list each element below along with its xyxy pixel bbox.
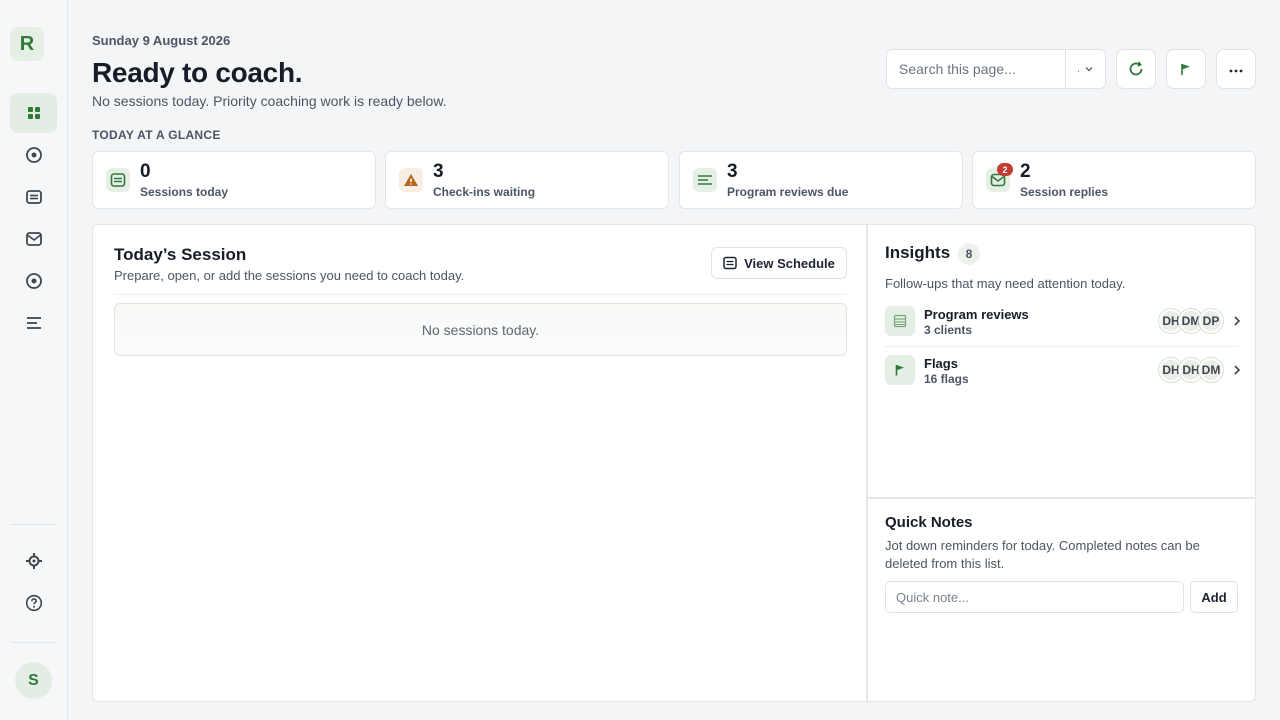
avatar: DM: [1199, 358, 1223, 382]
glance-heading: TODAY AT A GLANCE: [92, 128, 221, 142]
sidebar-item-help[interactable]: [10, 583, 57, 623]
insight-title: Program reviews: [924, 307, 1029, 322]
dashboard-grid-icon: [27, 107, 40, 119]
insight-icon-box: [885, 306, 915, 336]
stat-icon-box: [693, 168, 717, 192]
quick-notes-panel: Quick Notes Jot down reminders for today…: [867, 498, 1256, 702]
stat-card-program-reviews[interactable]: 3 Program reviews due: [679, 151, 963, 209]
stat-card-checkins[interactable]: 3 Check-ins waiting: [385, 151, 669, 209]
flag-button[interactable]: [1166, 49, 1206, 89]
stat-label: Sessions today: [140, 185, 229, 199]
search-scope-dropdown[interactable]: .: [1066, 50, 1105, 88]
insight-row-program-reviews[interactable]: Program reviews 3 clients DH DM DP: [885, 300, 1241, 346]
session-subtitle: Prepare, open, or add the sessions you n…: [114, 268, 465, 283]
list-icon: [893, 314, 907, 328]
more-icon: [1229, 69, 1243, 73]
stat-card-session-replies[interactable]: 2 2 Session replies: [972, 151, 1256, 209]
chevron-right-icon: [1234, 365, 1241, 375]
insight-title: Flags: [924, 356, 958, 371]
schedule-icon: [110, 173, 126, 187]
stat-label: Program reviews due: [727, 185, 849, 199]
sidebar-item-programs[interactable]: [10, 303, 57, 343]
stat-icon-box: [399, 168, 423, 192]
insight-icon-box: [885, 355, 915, 385]
more-button[interactable]: [1216, 49, 1256, 89]
sidebar: R S: [0, 0, 68, 720]
insights-panel: Insights 8 Follow-ups that may need atte…: [867, 224, 1256, 498]
search-box: .: [886, 49, 1106, 89]
page-title: Ready to coach.: [92, 57, 303, 88]
insight-subtitle: 16 flags: [924, 372, 969, 386]
settings-icon: [25, 553, 42, 569]
insights-title: Insights: [885, 243, 951, 262]
schedule-icon: [25, 190, 42, 204]
stat-value: 2: [1020, 161, 1031, 182]
help-icon: [25, 594, 42, 612]
refresh-icon: [1129, 61, 1143, 76]
chevron-right-icon: [1234, 316, 1241, 326]
flag-icon: [1181, 64, 1190, 75]
quick-notes-subtitle: Jot down reminders for today. Completed …: [885, 538, 1200, 571]
sidebar-item-goals[interactable]: [10, 135, 57, 175]
insight-subtitle: 3 clients: [924, 323, 973, 337]
page-subtitle: No sessions today. Priority coaching wor…: [92, 93, 447, 109]
chevron-down-icon: [1085, 67, 1093, 72]
view-schedule-button[interactable]: View Schedule: [711, 247, 847, 279]
notification-badge: 2: [997, 163, 1013, 176]
sidebar-divider: [11, 524, 57, 525]
insights-count-badge: 8: [958, 243, 980, 265]
avatar: DP: [1199, 309, 1223, 333]
stat-label: Session replies: [1020, 185, 1109, 199]
record-icon: [25, 273, 42, 289]
stat-value: 0: [140, 161, 151, 182]
search-input[interactable]: [887, 50, 1065, 88]
search-scope-value: .: [1076, 63, 1081, 75]
stat-label: Check-ins waiting: [433, 185, 536, 199]
session-title: Today’s Session: [114, 245, 247, 264]
inbox-icon: [25, 232, 42, 246]
stat-card-sessions[interactable]: 0 Sessions today: [92, 151, 376, 209]
todays-session-panel: Today’s Session Prepare, open, or add th…: [92, 224, 867, 702]
user-avatar[interactable]: S: [15, 662, 52, 699]
insight-row-flags[interactable]: Flags 16 flags DH DH DM: [885, 349, 1241, 395]
target-icon: [25, 147, 42, 163]
stat-value: 3: [727, 161, 738, 182]
insights-subtitle: Follow-ups that may need attention today…: [885, 276, 1126, 291]
list-lines-icon: [698, 175, 712, 185]
refresh-button[interactable]: [1116, 49, 1156, 89]
quick-note-input[interactable]: [885, 581, 1184, 613]
sidebar-item-settings[interactable]: [10, 541, 57, 581]
sidebar-item-records[interactable]: [10, 261, 57, 301]
stat-icon-box: [106, 168, 130, 192]
avatar-stack: DH DM DP: [1159, 309, 1225, 333]
avatar-stack: DH DH DM: [1159, 358, 1225, 382]
schedule-icon: [723, 256, 737, 270]
view-schedule-label: View Schedule: [744, 255, 835, 271]
sidebar-item-dashboard[interactable]: [10, 93, 57, 133]
add-note-button[interactable]: Add: [1190, 581, 1238, 613]
current-date: Sunday 9 August 2026: [92, 33, 231, 48]
sidebar-divider: [11, 642, 57, 643]
sidebar-item-inbox[interactable]: [10, 219, 57, 259]
flag-icon: [895, 365, 904, 376]
sidebar-item-schedule[interactable]: [10, 177, 57, 217]
empty-sessions: No sessions today.: [114, 303, 847, 356]
stat-value: 3: [433, 161, 444, 182]
insight-divider: [885, 346, 1238, 347]
list-lines-icon: [26, 317, 41, 329]
section-divider: [114, 294, 847, 295]
quick-notes-title: Quick Notes: [885, 514, 973, 531]
warning-icon: [404, 174, 418, 186]
app-logo[interactable]: R: [10, 27, 44, 61]
